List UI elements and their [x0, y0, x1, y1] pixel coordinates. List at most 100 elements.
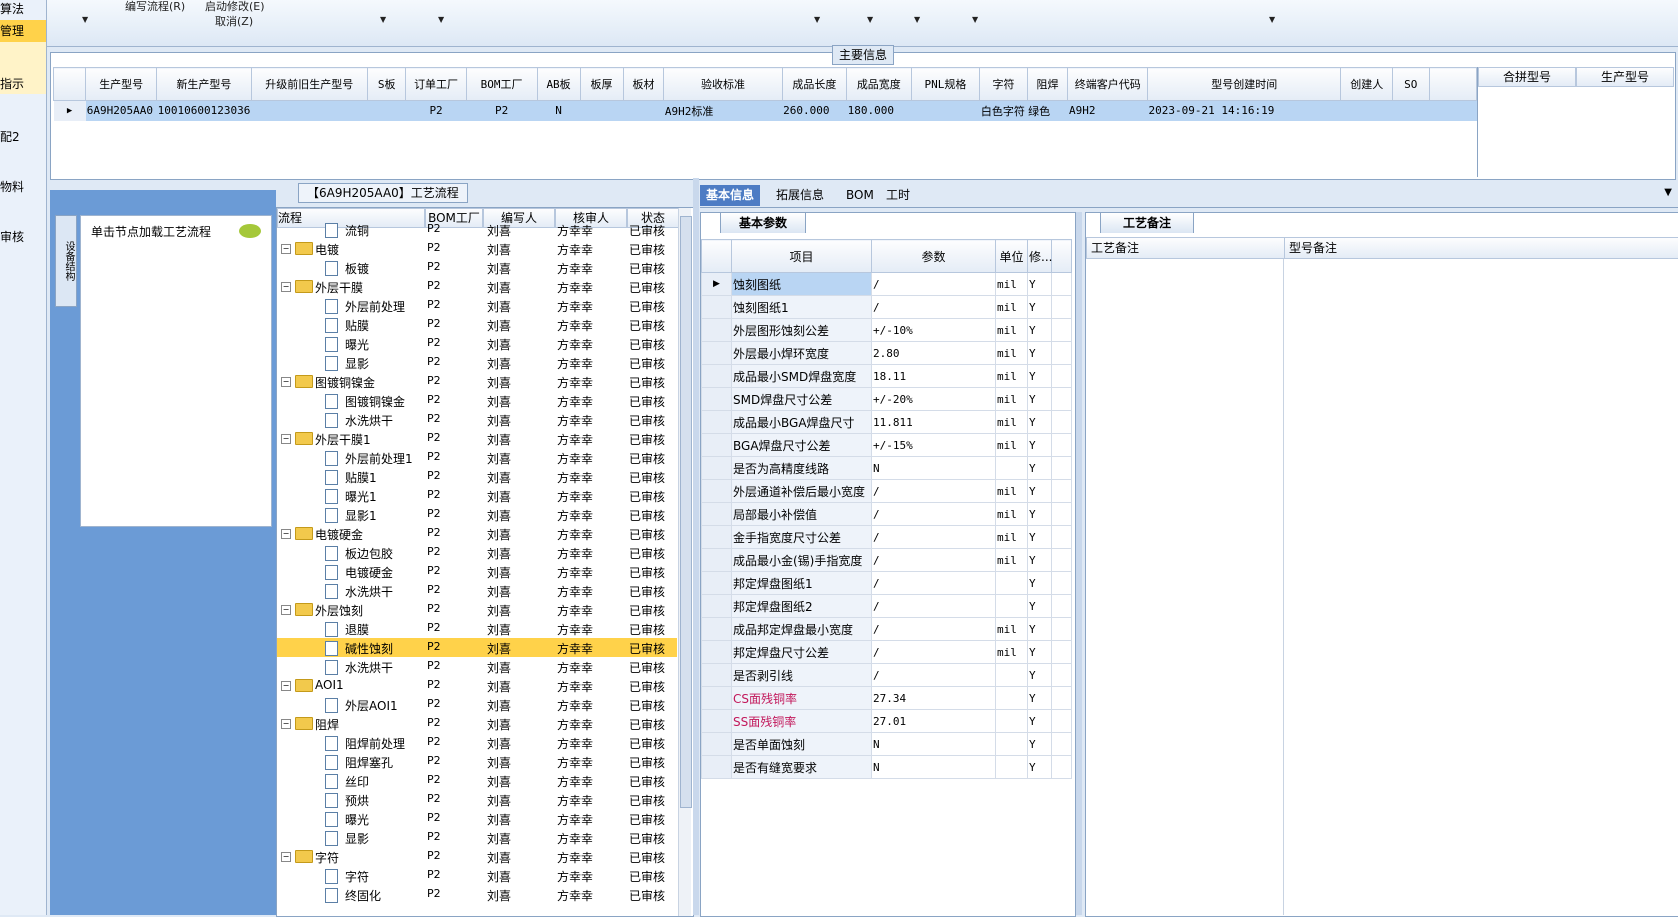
param-cell-item[interactable]: 是否为高精度线路: [731, 456, 872, 480]
param-cell-value[interactable]: +/-10%: [871, 318, 996, 342]
param-cell-value[interactable]: 18.11: [871, 364, 996, 388]
param-cell-flag[interactable]: Y: [1027, 755, 1052, 779]
collapse-icon[interactable]: −: [281, 681, 291, 691]
dropdown-caret-icon[interactable]: ▼: [814, 15, 820, 24]
param-cell-item[interactable]: 金手指宽度尺寸公差: [731, 525, 872, 549]
col-header[interactable]: 成品宽度: [846, 67, 912, 101]
dropdown-caret-icon[interactable]: ▼: [438, 15, 444, 24]
panel-splitter[interactable]: [693, 178, 699, 915]
param-cell-value[interactable]: +/-15%: [871, 433, 996, 457]
table-row[interactable]: 是否有缝宽要求 N Y: [701, 755, 1072, 779]
tree-node[interactable]: 显影 P2 刘喜 方幸幸 已审核: [277, 828, 677, 847]
param-cell-item[interactable]: 是否剥引线: [731, 663, 872, 687]
device-structure-tab[interactable]: 设备结构: [55, 215, 77, 307]
param-cell-item[interactable]: 蚀刻图纸: [731, 272, 872, 296]
menu-edit-flow[interactable]: 编写流程(R): [125, 0, 185, 14]
tree-node[interactable]: − 电镀 P2 刘喜 方幸幸 已审核: [277, 239, 677, 258]
col-header[interactable]: 合拼型号: [1478, 67, 1576, 87]
cell-new-model[interactable]: 10010600123036: [157, 101, 252, 121]
tab-extended-info[interactable]: 拓展信息: [770, 185, 830, 206]
param-cell-unit[interactable]: [995, 571, 1028, 595]
tree-node[interactable]: 水洗烘干 P2 刘喜 方幸幸 已审核: [277, 410, 677, 429]
param-cell-value[interactable]: /: [871, 295, 996, 319]
col-header[interactable]: 修...: [1027, 239, 1052, 273]
param-cell-flag[interactable]: Y: [1027, 410, 1052, 434]
dropdown-caret-icon[interactable]: ▼: [867, 15, 873, 24]
param-cell-value[interactable]: 2.80: [871, 341, 996, 365]
tree-node[interactable]: 字符 P2 刘喜 方幸幸 已审核: [277, 866, 677, 885]
param-cell-value[interactable]: /: [871, 663, 996, 687]
table-row[interactable]: 是否单面蚀刻 N Y: [701, 732, 1072, 756]
col-header[interactable]: 工艺备注: [1086, 237, 1288, 259]
left-nav-item-0[interactable]: 算法: [0, 0, 24, 17]
param-cell-unit[interactable]: mil: [995, 387, 1028, 411]
col-header[interactable]: SO: [1392, 67, 1430, 101]
param-cell-unit[interactable]: mil: [995, 548, 1028, 572]
param-cell-value[interactable]: /: [871, 272, 996, 296]
param-cell-item[interactable]: 外层图形蚀刻公差: [731, 318, 872, 342]
col-header[interactable]: 新生产型号: [156, 67, 252, 101]
param-cell-value[interactable]: /: [871, 525, 996, 549]
table-row[interactable]: 蚀刻图纸1/mil Y: [701, 295, 1072, 319]
col-header[interactable]: 阻焊: [1026, 67, 1069, 101]
table-row[interactable]: 成品邦定焊盘最小宽度 / mil Y: [701, 617, 1072, 641]
param-cell-item[interactable]: BGA焊盘尺寸公差: [731, 433, 872, 457]
tree-node[interactable]: 流铜 P2 刘喜 方幸幸 已审核: [277, 220, 677, 239]
tree-node[interactable]: − 电镀硬金 P2 刘喜 方幸幸 已审核: [277, 524, 677, 543]
param-cell-item[interactable]: 外层最小焊环宽度: [731, 341, 872, 365]
param-cell-flag[interactable]: Y: [1027, 341, 1052, 365]
tab-work-hours[interactable]: 工时: [880, 185, 916, 206]
left-nav-item-6[interactable]: 物料: [0, 178, 24, 195]
cell-bom-factory[interactable]: P2: [466, 101, 537, 121]
param-cell-unit[interactable]: [995, 456, 1028, 480]
param-cell-value[interactable]: N: [871, 732, 996, 756]
param-cell-unit[interactable]: mil: [995, 479, 1028, 503]
dropdown-caret-icon[interactable]: ▼: [972, 15, 978, 24]
param-cell-flag[interactable]: Y: [1027, 364, 1052, 388]
param-cell-flag[interactable]: Y: [1027, 387, 1052, 411]
table-row[interactable]: ▶ 蚀刻图纸 / mil Y: [701, 272, 1072, 296]
tree-node[interactable]: 阻焊前处理 P2 刘喜 方幸幸 已审核: [277, 733, 677, 752]
param-cell-value[interactable]: 27.01: [871, 709, 996, 733]
param-cell-item[interactable]: 成品最小BGA焊盘尺寸: [731, 410, 872, 434]
param-cell-flag[interactable]: Y: [1027, 617, 1052, 641]
param-cell-flag[interactable]: Y: [1027, 548, 1052, 572]
tree-node[interactable]: 外层AOI1 P2 刘喜 方幸幸 已审核: [277, 695, 677, 714]
tree-node[interactable]: 水洗烘干 P2 刘喜 方幸幸 已审核: [277, 581, 677, 600]
param-cell-flag[interactable]: Y: [1027, 479, 1052, 503]
table-row[interactable]: BGA焊盘尺寸公差 +/-15% mil Y: [701, 433, 1072, 457]
param-cell-unit[interactable]: mil: [995, 341, 1028, 365]
col-header[interactable]: PNL规格: [910, 67, 981, 101]
param-cell-flag[interactable]: Y: [1027, 571, 1052, 595]
param-cell-flag[interactable]: Y: [1027, 295, 1052, 319]
tree-node[interactable]: 贴膜 P2 刘喜 方幸幸 已审核: [277, 315, 677, 334]
table-row[interactable]: 是否为高精度线路 N Y: [701, 456, 1072, 480]
dropdown-caret-icon[interactable]: ▼: [914, 15, 920, 24]
param-cell-unit[interactable]: mil: [995, 433, 1028, 457]
panel-splitter[interactable]: [1076, 212, 1082, 915]
tree-node[interactable]: − 外层蚀刻 P2 刘喜 方幸幸 已审核: [277, 600, 677, 619]
col-header[interactable]: 项目: [731, 239, 872, 273]
tab-process-remarks[interactable]: 工艺备注: [1100, 212, 1195, 233]
col-header[interactable]: 板厚: [579, 67, 624, 101]
table-row[interactable]: SMD焊盘尺寸公差 +/-20% mil Y: [701, 387, 1072, 411]
tree-node[interactable]: − 图镀铜镍金 P2 刘喜 方幸幸 已审核: [277, 372, 677, 391]
col-header[interactable]: 型号备注: [1284, 237, 1678, 259]
table-row[interactable]: 邦定焊盘图纸1/ Y: [701, 571, 1072, 595]
param-cell-flag[interactable]: Y: [1027, 594, 1052, 618]
tree-node[interactable]: 曝光1 P2 刘喜 方幸幸 已审核: [277, 486, 677, 505]
param-cell-flag[interactable]: Y: [1027, 686, 1052, 710]
tree-node[interactable]: 水洗烘干 P2 刘喜 方幸幸 已审核: [277, 657, 677, 676]
tree-node[interactable]: 曝光 P2 刘喜 方幸幸 已审核: [277, 809, 677, 828]
tree-node[interactable]: 退膜 P2 刘喜 方幸幸 已审核: [277, 619, 677, 638]
left-nav-item-8[interactable]: 审核: [0, 228, 24, 245]
param-cell-unit[interactable]: mil: [995, 640, 1028, 664]
tree-node[interactable]: − 外层干膜1 P2 刘喜 方幸幸 已审核: [277, 429, 677, 448]
collapse-icon[interactable]: −: [281, 282, 291, 292]
tree-node[interactable]: − 字符 P2 刘喜 方幸幸 已审核: [277, 847, 677, 866]
dropdown-caret-icon[interactable]: ▼: [82, 15, 88, 24]
col-header[interactable]: 订单工厂: [405, 67, 467, 101]
param-cell-unit[interactable]: mil: [995, 295, 1028, 319]
menu-start-modify[interactable]: 启动修改(E): [205, 0, 265, 14]
col-header[interactable]: AB板: [536, 67, 581, 101]
